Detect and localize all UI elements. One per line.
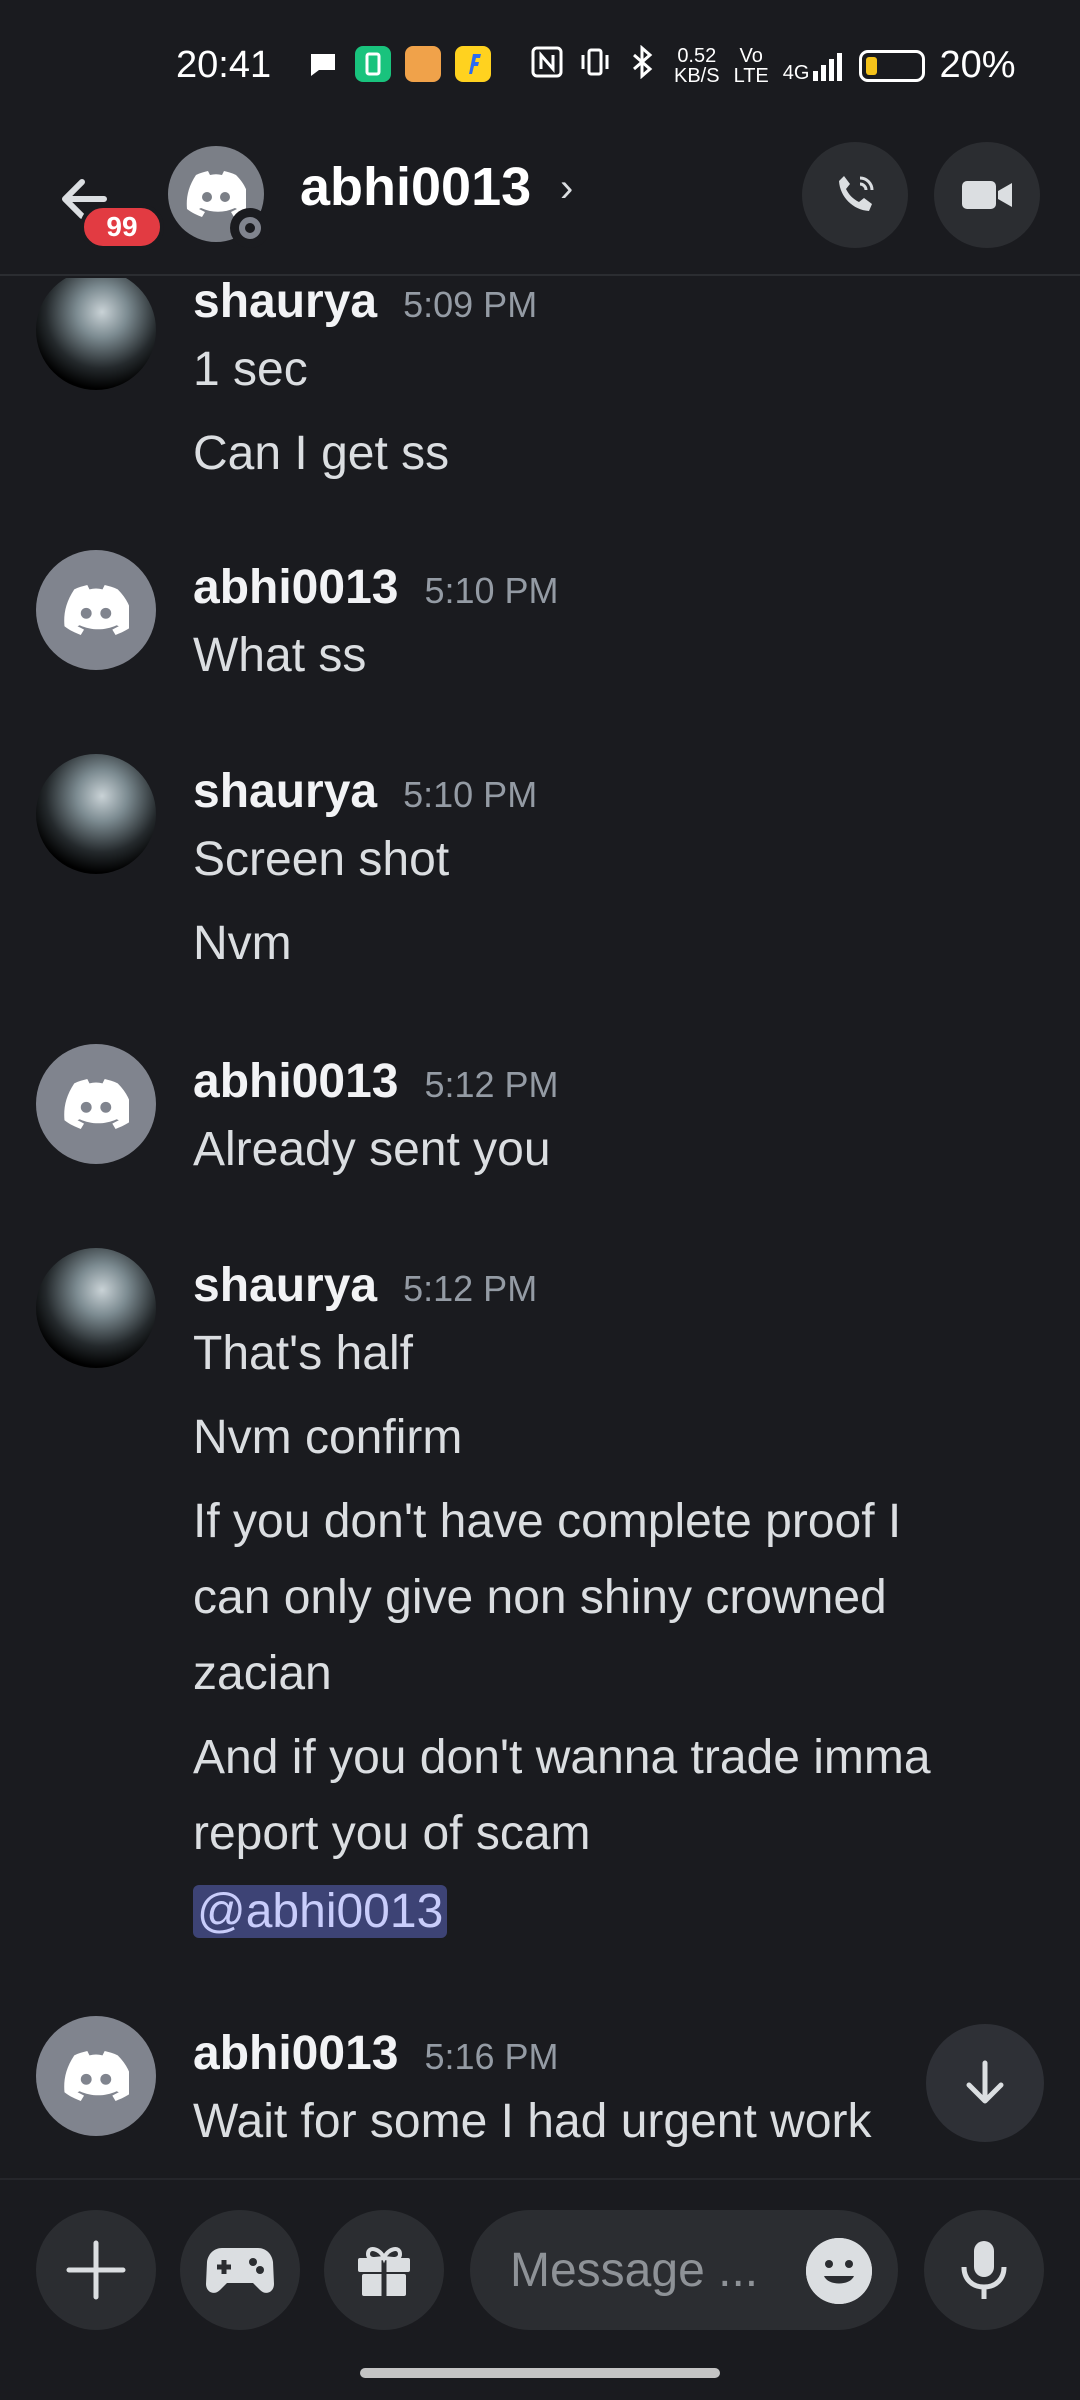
message-text[interactable]: report you of scam — [193, 1796, 591, 1872]
attach-button[interactable] — [36, 2210, 156, 2330]
message-text[interactable]: What ss — [193, 618, 366, 694]
message-text[interactable]: Nvm — [193, 906, 292, 982]
battery-percent: 20% — [939, 44, 1016, 86]
author-name[interactable]: abhi0013 — [193, 1054, 398, 1109]
phone-icon — [839, 176, 874, 211]
message-timestamp: 5:16 PM — [424, 2036, 559, 2077]
author-name[interactable]: shaurya — [193, 278, 377, 329]
activities-button[interactable] — [180, 2210, 300, 2330]
author-name[interactable]: abhi0013 — [193, 560, 398, 615]
chevron-right-icon[interactable]: › — [560, 166, 573, 211]
message-timestamp: 5:12 PM — [403, 1268, 538, 1309]
message-text[interactable]: Wait for some I had urgent work — [193, 2084, 872, 2160]
plus-icon — [66, 2240, 126, 2300]
message-text[interactable]: Can I get ss — [193, 416, 449, 492]
user-avatar[interactable] — [36, 1248, 156, 1368]
message-header: abhi0013 5:12 PM — [193, 1054, 559, 1109]
online-status-indicator — [230, 208, 270, 248]
user-avatar[interactable] — [36, 1044, 156, 1164]
voice-message-button[interactable] — [924, 2210, 1044, 2330]
message-text[interactable]: Screen shot — [193, 822, 449, 898]
volte-bottom: LTE — [733, 64, 769, 87]
video-camera-icon — [962, 181, 1012, 209]
message-list[interactable]: shaurya 5:09 PM 1 sec Can I get ss abhi0… — [0, 278, 1080, 2178]
message-text[interactable]: And if you don't wanna trade imma — [193, 1720, 931, 1796]
author-name[interactable]: shaurya — [193, 1258, 377, 1313]
app-notification-icon — [405, 46, 441, 82]
user-avatar[interactable] — [36, 550, 156, 670]
flipkart-icon — [455, 46, 491, 82]
discord-logo-icon — [186, 171, 246, 217]
volte-top: Vo — [739, 44, 763, 67]
discord-logo-icon — [64, 2051, 129, 2101]
message-composer — [0, 2178, 1080, 2400]
vibrate-icon — [578, 45, 612, 87]
voice-call-button[interactable] — [802, 142, 908, 248]
message-text[interactable]: Nvm confirm — [193, 1400, 462, 1476]
author-name[interactable]: shaurya — [193, 764, 377, 819]
bluetooth-icon — [626, 44, 660, 87]
signal-icon: 4G — [783, 49, 846, 83]
network-speed: 0.52 KB/S — [674, 46, 720, 86]
arrow-down-icon — [966, 2060, 1004, 2104]
battery-saver-icon — [355, 46, 391, 82]
microphone-icon — [961, 2241, 1007, 2299]
message-text[interactable]: can only give non shiny crowned — [193, 1560, 887, 1636]
message-text[interactable]: If you don't have complete proof I — [193, 1484, 901, 1560]
battery-fill — [866, 56, 878, 75]
mention-line: @abhi0013 — [193, 1874, 448, 1950]
discord-logo-icon — [64, 1079, 129, 1129]
gamepad-icon — [206, 2248, 274, 2293]
volte-indicator: Vo LTE — [734, 46, 769, 86]
gift-button[interactable] — [324, 2210, 444, 2330]
message-timestamp: 5:12 PM — [424, 1064, 559, 1105]
message-header: abhi0013 5:10 PM — [193, 560, 559, 615]
message-timestamp: 5:09 PM — [403, 284, 538, 325]
status-time: 20:41 — [176, 44, 272, 86]
home-indicator[interactable] — [360, 2368, 720, 2378]
message-header: shaurya 5:10 PM — [193, 764, 537, 819]
message-header: abhi0013 5:16 PM — [193, 2026, 559, 2081]
discord-logo-icon — [64, 585, 129, 635]
message-header: shaurya 5:12 PM — [193, 1258, 537, 1313]
user-avatar[interactable] — [36, 754, 156, 874]
user-avatar[interactable] — [36, 2016, 156, 2136]
message-header: shaurya 5:09 PM — [193, 278, 537, 329]
message-text[interactable]: Already sent you — [193, 1112, 551, 1188]
gift-icon — [358, 2247, 410, 2296]
status-bar: 20:41 0.52 KB/S Vo LTE 4G 20% — [0, 0, 1080, 136]
chat-header: 99 abhi0013 › — [0, 136, 1080, 276]
message-text[interactable]: zacian — [193, 1636, 332, 1712]
message-text[interactable]: 1 sec — [193, 332, 308, 408]
emoji-button[interactable] — [806, 2238, 872, 2304]
chat-title[interactable]: abhi0013 — [300, 156, 531, 218]
jump-to-bottom-button[interactable] — [926, 2024, 1044, 2142]
net-speed-value: 0.52 — [677, 44, 717, 67]
network-type: 4G — [782, 61, 810, 84]
unread-badge: 99 — [80, 204, 164, 250]
video-call-button[interactable] — [934, 142, 1040, 248]
user-mention[interactable]: @abhi0013 — [193, 1885, 448, 1938]
message-timestamp: 5:10 PM — [424, 570, 559, 611]
battery-icon — [859, 49, 926, 82]
smiley-face-icon — [806, 2238, 872, 2304]
system-status-icons: 0.52 KB/S Vo LTE 4G 20% — [530, 44, 1016, 87]
nfc-icon — [530, 45, 564, 87]
message-timestamp: 5:10 PM — [403, 774, 538, 815]
notification-icons — [305, 46, 491, 82]
net-speed-unit: KB/S — [674, 64, 720, 87]
user-avatar[interactable] — [36, 278, 156, 390]
message-text[interactable]: That's half — [193, 1316, 413, 1392]
author-name[interactable]: abhi0013 — [193, 2026, 398, 2081]
chat-bubble-icon — [305, 46, 341, 82]
